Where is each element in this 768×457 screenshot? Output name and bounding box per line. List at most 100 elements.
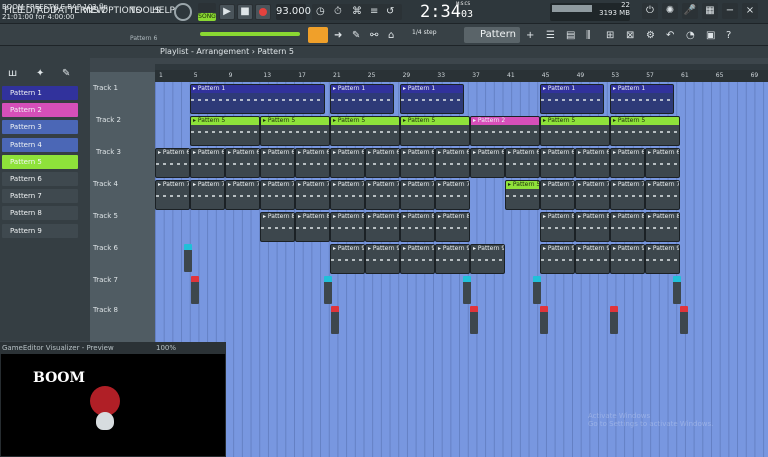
pattern-clip[interactable]: ▸ Pattern 1 bbox=[540, 84, 604, 114]
plugin-icon[interactable]: ⚙ bbox=[646, 30, 655, 41]
drum-clip[interactable] bbox=[470, 306, 478, 334]
pattern-clip[interactable]: ▸ Pattern 9 bbox=[645, 244, 680, 274]
timeline-ruler[interactable]: 1 5 9 13 17 21 25 29 33 37 41 45 49 53 57 61 65 69 bbox=[155, 70, 768, 82]
pattern-clip[interactable]: ▸ Pattern 7 bbox=[540, 180, 575, 210]
wait-input-icon[interactable]: ⏱ bbox=[334, 6, 342, 17]
pattern-clip[interactable]: ▸ Pattern 5 bbox=[190, 116, 260, 146]
pattern-clip[interactable]: ▸ Pattern 6 bbox=[295, 148, 330, 178]
pattern-clip[interactable]: ▸ Pattern 6 bbox=[470, 148, 505, 178]
main-pitch-slider[interactable] bbox=[200, 32, 300, 36]
loop-record-icon[interactable]: ↺ bbox=[386, 6, 394, 17]
pattern-clip[interactable]: ▸ Pattern 6 bbox=[225, 148, 260, 178]
pattern-clip[interactable]: ▸ Pattern 5 bbox=[330, 116, 400, 146]
paint-icon[interactable]: ✎ bbox=[352, 30, 360, 41]
help-icon[interactable]: ? bbox=[726, 30, 731, 41]
pattern-clip[interactable]: ▸ Pattern 9 bbox=[330, 244, 365, 274]
track-header[interactable]: Track 1 bbox=[90, 84, 155, 92]
pattern-item[interactable]: Pattern 9 bbox=[2, 223, 78, 238]
pattern-clip[interactable]: ▸ Pattern 5 bbox=[260, 116, 330, 146]
pattern-mode-button[interactable] bbox=[198, 3, 216, 12]
pattern-item[interactable]: Pattern 7 bbox=[2, 189, 78, 204]
pattern-clip[interactable]: ▸ Pattern 7 bbox=[365, 180, 400, 210]
render-icon[interactable]: ▣ bbox=[706, 30, 715, 41]
pattern-clip[interactable]: ▸ Pattern 9 bbox=[365, 244, 400, 274]
picker-draw-icon[interactable]: ✎ bbox=[62, 68, 70, 79]
track-header[interactable]: Track 5 bbox=[90, 212, 155, 220]
pattern-clip[interactable]: ▸ Pattern 5 bbox=[540, 116, 610, 146]
track-header[interactable]: Track 6 bbox=[90, 244, 155, 252]
pattern-clip[interactable]: ▸ Pattern 7 bbox=[295, 180, 330, 210]
drum-clip[interactable] bbox=[610, 306, 618, 334]
pattern-clip[interactable]: ▸ Pattern 1 bbox=[190, 84, 325, 114]
pattern-clip[interactable]: ▸ Pattern 1 bbox=[610, 84, 674, 114]
pattern-clip[interactable]: ▸ Pattern 7 bbox=[645, 180, 680, 210]
pattern-clip[interactable]: ▸ Pattern 8 bbox=[400, 212, 435, 242]
pattern-clip[interactable]: ▸ Pattern 6 bbox=[575, 148, 610, 178]
pattern-clip[interactable]: ▸ Pattern 9 bbox=[540, 244, 575, 274]
undo-icon[interactable]: ↶ bbox=[666, 30, 674, 41]
pattern-clip[interactable]: ▸ Pattern 6 bbox=[435, 148, 470, 178]
pattern-clip[interactable]: ▸ Pattern 5 bbox=[505, 180, 540, 210]
playlist-icon[interactable]: ☰ bbox=[546, 30, 555, 41]
pattern-clip[interactable]: ▸ Pattern 8 bbox=[645, 212, 680, 242]
close-icon[interactable]: × bbox=[742, 3, 758, 19]
drum-clip[interactable] bbox=[331, 306, 339, 334]
tempo-display[interactable]: 93.000 bbox=[276, 4, 311, 20]
browser-icon[interactable]: ⊠ bbox=[626, 30, 634, 41]
pattern-item[interactable]: Pattern 2 bbox=[2, 103, 78, 118]
track-header[interactable]: Track 8 bbox=[90, 306, 155, 314]
track-header[interactable]: Track 4 bbox=[90, 180, 155, 188]
typing-keyboard-icon[interactable] bbox=[308, 27, 328, 43]
pattern-clip[interactable]: ▸ Pattern 7 bbox=[435, 180, 470, 210]
pattern-clip[interactable]: ▸ Pattern 7 bbox=[225, 180, 260, 210]
pattern-clip[interactable]: ▸ Pattern 6 bbox=[365, 148, 400, 178]
pattern-clip[interactable]: ▸ Pattern 6 bbox=[540, 148, 575, 178]
drum-clip[interactable] bbox=[680, 306, 688, 334]
snap-selector[interactable]: 1/4 step bbox=[412, 29, 437, 36]
stop-button[interactable]: ■ bbox=[237, 4, 253, 20]
play-button[interactable]: ▶ bbox=[219, 4, 235, 20]
magnet-icon[interactable]: ⌂ bbox=[388, 30, 394, 41]
pattern-item[interactable]: Pattern 8 bbox=[2, 206, 78, 221]
pattern-clip[interactable]: ▸ Pattern 7 bbox=[400, 180, 435, 210]
master-volume-knob[interactable] bbox=[174, 3, 192, 21]
pattern-clip[interactable]: ▸ Pattern 9 bbox=[575, 244, 610, 274]
song-mode-button[interactable]: SONG bbox=[198, 13, 216, 21]
drum-clip[interactable] bbox=[191, 276, 199, 304]
drum-clip[interactable] bbox=[540, 306, 548, 334]
pattern-clip[interactable]: ▸ Pattern 5 bbox=[610, 116, 680, 146]
menu-help[interactable]: HELP bbox=[152, 6, 175, 16]
mixer-icon[interactable]: ⫼ bbox=[586, 30, 591, 41]
track-header[interactable]: Track 2 bbox=[90, 116, 155, 124]
pattern-clip[interactable]: ▸ Pattern 5 bbox=[400, 116, 470, 146]
microphone-icon[interactable]: 🎤 bbox=[682, 3, 698, 19]
minimize-icon[interactable]: − bbox=[722, 3, 738, 19]
pattern-clip[interactable]: ▸ Pattern 6 bbox=[610, 148, 645, 178]
pattern-clip[interactable]: ▸ Pattern 8 bbox=[365, 212, 400, 242]
pattern-clip[interactable]: ▸ Pattern 9 bbox=[470, 244, 505, 274]
pattern-item[interactable]: Pattern 3 bbox=[2, 120, 78, 135]
pattern-clip[interactable]: ▸ Pattern 8 bbox=[610, 212, 645, 242]
drum-clip[interactable] bbox=[673, 276, 681, 304]
drum-clip[interactable] bbox=[533, 276, 541, 304]
pattern-clip[interactable]: ▸ Pattern 6 bbox=[155, 148, 190, 178]
pattern-clip[interactable]: ▸ Pattern 7 bbox=[260, 180, 295, 210]
pattern-item[interactable]: Pattern 5 bbox=[2, 154, 78, 169]
pattern-clip[interactable]: ▸ Pattern 9 bbox=[435, 244, 470, 274]
picker-mode-icon[interactable]: ш bbox=[8, 68, 17, 79]
pattern-clip[interactable]: ▸ Pattern 7 bbox=[330, 180, 365, 210]
pattern-clip[interactable]: ▸ Pattern 7 bbox=[155, 180, 190, 210]
pattern-item[interactable]: Pattern 1 bbox=[2, 86, 78, 100]
pattern-item[interactable]: Pattern 6 bbox=[2, 172, 78, 186]
pattern-clip[interactable]: ▸ Pattern 6 bbox=[400, 148, 435, 178]
arrow-right-icon[interactable]: ➜ bbox=[334, 30, 342, 41]
panic-icon[interactable]: ⏻ bbox=[642, 3, 658, 19]
drum-clip[interactable] bbox=[463, 276, 471, 304]
pattern-clip[interactable]: ▸ Pattern 8 bbox=[435, 212, 470, 242]
record-button[interactable] bbox=[255, 4, 271, 20]
pattern-clip[interactable]: ▸ Pattern 6 bbox=[190, 148, 225, 178]
pattern-clip[interactable]: ▸ Pattern 6 bbox=[505, 148, 540, 178]
pattern-item[interactable]: Pattern 4 bbox=[2, 137, 78, 152]
link-icon[interactable]: ⚯ bbox=[370, 30, 378, 41]
channel-rack-icon[interactable]: ⊞ bbox=[606, 30, 614, 41]
